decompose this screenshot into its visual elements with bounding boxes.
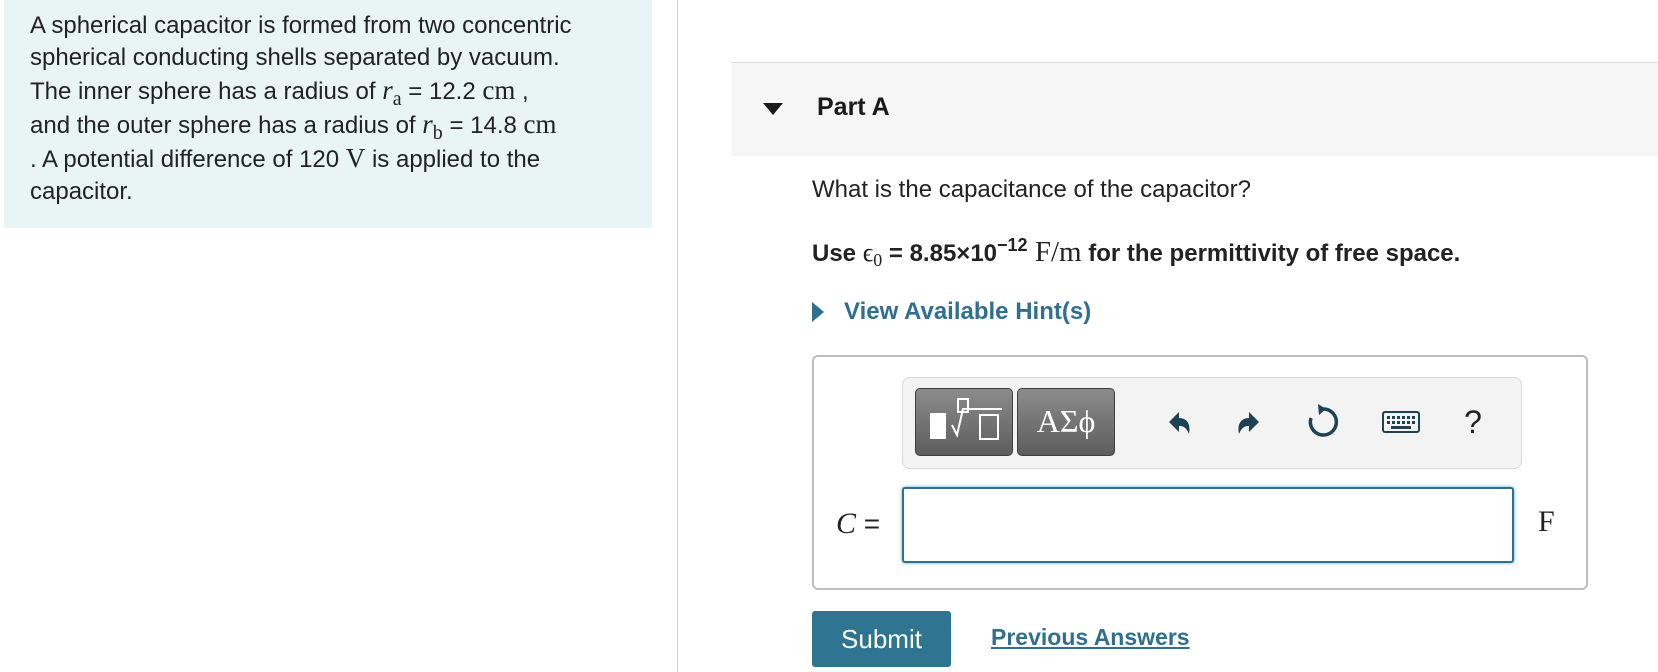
help-button[interactable]: ? <box>1451 400 1495 444</box>
templates-icon <box>930 398 1002 440</box>
view-hints-label[interactable]: View Available Hint(s) <box>844 298 1091 326</box>
problem-line: . A potential difference of 120 V is app… <box>30 143 541 173</box>
reset-icon[interactable] <box>1301 400 1345 444</box>
ra-symbol: ra <box>382 75 402 110</box>
templates-button[interactable] <box>915 388 1013 456</box>
constant-note: Use ϵ0 = 8.85×10−12 F/m for the permitti… <box>812 235 1461 270</box>
epsilon-symbol: ϵ0 <box>862 238 883 270</box>
answer-unit: F <box>1538 505 1555 538</box>
caret-down-icon[interactable] <box>763 103 783 115</box>
part-title: Part A <box>817 93 890 121</box>
problem-line: and the outer sphere has a radius of rb … <box>30 109 557 144</box>
caret-right-icon[interactable] <box>812 302 824 322</box>
greek-symbols-button[interactable]: ΑΣϕ <box>1017 388 1115 456</box>
redo-icon[interactable] <box>1229 400 1273 444</box>
answer-variable-label: C = <box>836 507 881 540</box>
rb-symbol: rb <box>422 109 443 144</box>
problem-line: spherical conducting shells separated by… <box>30 44 560 71</box>
keyboard-icon[interactable] <box>1379 400 1423 444</box>
submit-button[interactable]: Submit <box>812 611 951 667</box>
math-toolbar: ΑΣϕ ? <box>902 377 1522 469</box>
undo-icon[interactable] <box>1155 400 1199 444</box>
problem-line: A spherical capacitor is formed from two… <box>30 12 572 39</box>
column-divider <box>677 0 678 672</box>
part-a-header[interactable]: Part A <box>731 62 1658 156</box>
problem-statement: A spherical capacitor is formed from two… <box>4 0 652 228</box>
problem-line: The inner sphere has a radius of ra = 12… <box>30 75 529 110</box>
question-text: What is the capacitance of the capacitor… <box>812 176 1251 203</box>
previous-answers-link[interactable]: Previous Answers <box>991 624 1190 651</box>
problem-line: capacitor. <box>30 178 133 205</box>
answer-input[interactable] <box>902 487 1514 563</box>
answer-panel: ΑΣϕ ? C = F <box>812 355 1588 590</box>
